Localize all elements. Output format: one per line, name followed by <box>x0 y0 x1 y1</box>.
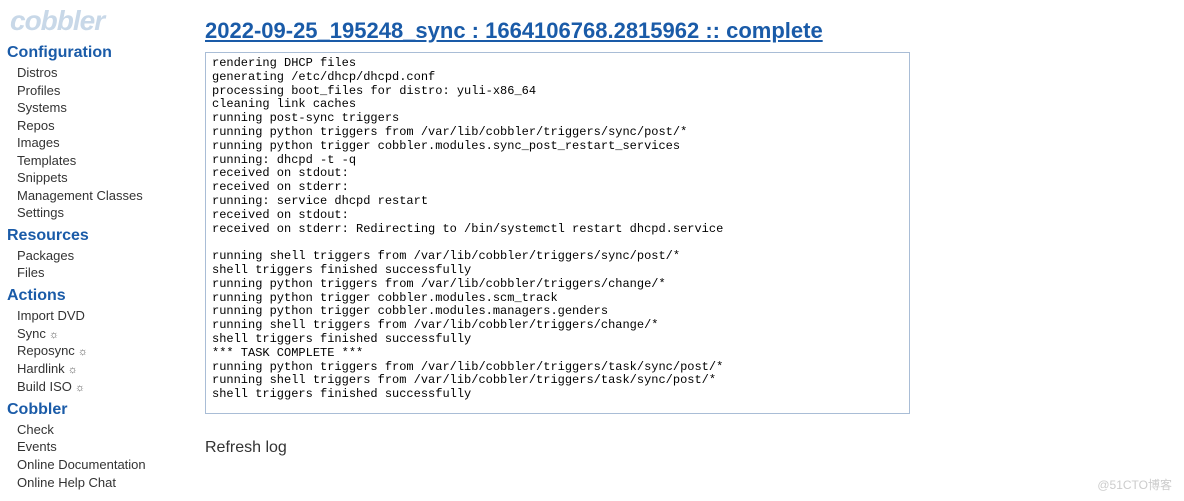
nav-item-profiles[interactable]: Profiles <box>17 82 200 100</box>
nav-item-build-iso[interactable]: Build ISO ☼ <box>17 378 200 396</box>
refresh-log-link[interactable]: Refresh log <box>205 439 1164 457</box>
nav-item-packages[interactable]: Packages <box>17 247 200 265</box>
nav-item-sync[interactable]: Sync ☼ <box>17 325 200 343</box>
nav-item-distros[interactable]: Distros <box>17 64 200 82</box>
nav-item-reposync[interactable]: Reposync ☼ <box>17 342 200 360</box>
nav-list: Import DVDSync ☼Reposync ☼Hardlink ☼Buil… <box>5 307 200 396</box>
nav-item-check[interactable]: Check <box>17 421 200 439</box>
sidebar-sections: ConfigurationDistrosProfilesSystemsRepos… <box>5 39 200 491</box>
watermark: @51CTO博客 <box>1097 476 1172 493</box>
nav-item-systems[interactable]: Systems <box>17 99 200 117</box>
nav-list: CheckEventsOnline DocumentationOnline He… <box>5 421 200 491</box>
nav-item-events[interactable]: Events <box>17 438 200 456</box>
nav-item-settings[interactable]: Settings <box>17 204 200 222</box>
main-content: 2022-09-25_195248_sync : 1664106768.2815… <box>200 0 1184 501</box>
nav-item-hardlink[interactable]: Hardlink ☼ <box>17 360 200 378</box>
nav-item-online-documentation[interactable]: Online Documentation <box>17 456 200 474</box>
nav-item-online-help-chat[interactable]: Online Help Chat <box>17 474 200 492</box>
log-output[interactable] <box>205 52 910 414</box>
section-header-actions: Actions <box>5 282 200 307</box>
nav-item-management-classes[interactable]: Management Classes <box>17 187 200 205</box>
nav-item-images[interactable]: Images <box>17 134 200 152</box>
nav-item-repos[interactable]: Repos <box>17 117 200 135</box>
nav-item-snippets[interactable]: Snippets <box>17 169 200 187</box>
section-header-configuration: Configuration <box>5 39 200 64</box>
nav-list: DistrosProfilesSystemsReposImagesTemplat… <box>5 64 200 222</box>
nav-list: PackagesFiles <box>5 247 200 282</box>
gear-icon: ☼ <box>65 364 78 376</box>
nav-item-import-dvd[interactable]: Import DVD <box>17 307 200 325</box>
section-header-cobbler: Cobbler <box>5 396 200 421</box>
gear-icon: ☼ <box>46 329 59 341</box>
gear-icon: ☼ <box>75 346 88 358</box>
page-title: 2022-09-25_195248_sync : 1664106768.2815… <box>205 18 1164 44</box>
sidebar: cobbler ConfigurationDistrosProfilesSyst… <box>0 0 200 501</box>
nav-item-files[interactable]: Files <box>17 264 200 282</box>
logo: cobbler <box>5 5 200 37</box>
section-header-resources: Resources <box>5 222 200 247</box>
nav-item-templates[interactable]: Templates <box>17 152 200 170</box>
gear-icon: ☼ <box>72 382 85 394</box>
